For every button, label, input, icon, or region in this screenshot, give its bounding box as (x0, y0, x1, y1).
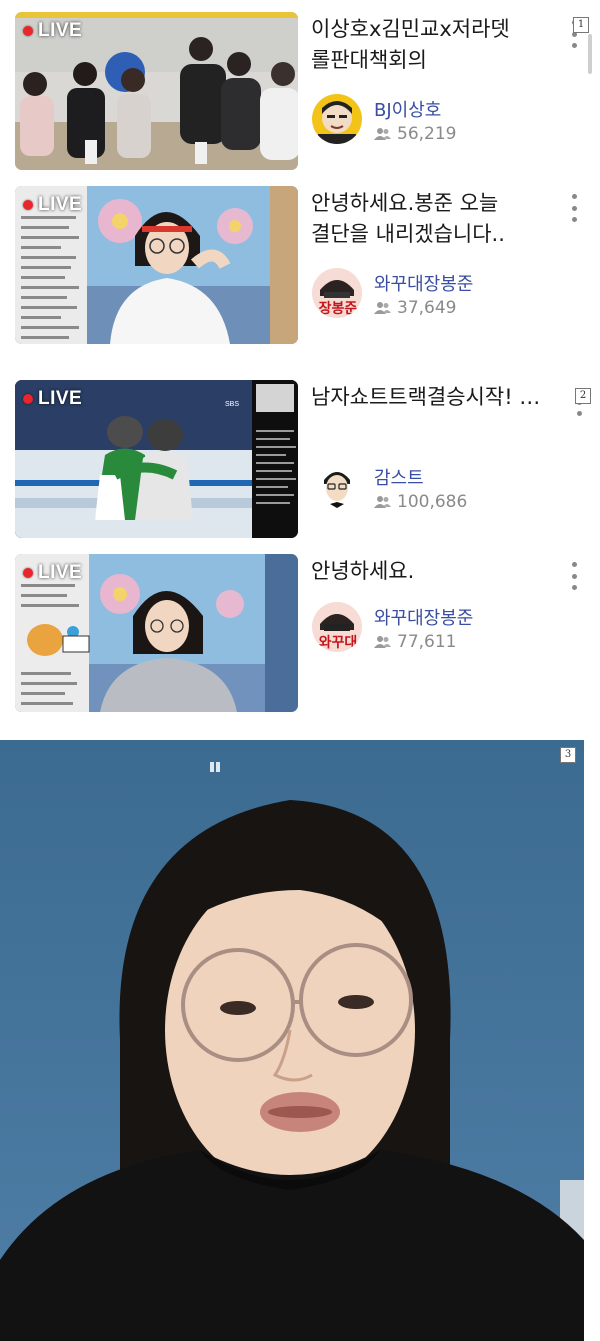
stream-title[interactable]: 이상호x김민교x저라뎃 롤판대책회의 (311, 14, 551, 76)
people-icon (374, 496, 391, 508)
channel-name[interactable]: 감스트 (374, 464, 424, 490)
channel-avatar[interactable]: 장봉준 (312, 268, 362, 318)
channel-avatar[interactable] (312, 94, 362, 144)
channel-info[interactable]: BJ이상호 56,219 (312, 94, 542, 154)
avatar-caption: 와꾸대 (318, 635, 358, 651)
stream-title[interactable]: 남자쇼트트랙결승시작! 황대헌,이준서,박장혁… (311, 382, 551, 413)
stream-thumbnail-2[interactable]: LIVE (15, 186, 298, 344)
channel-info[interactable]: 감스트 100,686 (312, 462, 542, 522)
people-icon (374, 636, 391, 648)
stream-card-3[interactable]: LIVE SBS 남자쇼트트랙결승시작! 황대헌,이준서,박장혁… 감스트 10 (0, 380, 600, 540)
stream-card-4[interactable]: LIVE 안녕하세요. 와꾸대 와꾸대장봉준 77,611 (0, 554, 600, 714)
avatar-image (312, 462, 362, 512)
viewer-count: 37,649 (374, 298, 456, 318)
live-badge: LIVE (23, 20, 82, 42)
stream-card-1[interactable]: LIVE 이상호x김민교x저라뎃 롤판대책회의 BJ이상호 56,219 1 (0, 12, 600, 172)
channel-info[interactable]: 와꾸대 와꾸대장봉준 77,611 (312, 602, 542, 662)
viewer-count-value: 56,219 (397, 124, 457, 144)
live-dot-icon (23, 394, 33, 404)
stream-card-2[interactable]: LIVE 안녕하세요.봉준 오늘 결단을 내리겠습니다.. 장봉준 와꾸대장봉준… (0, 186, 600, 346)
stream-title[interactable]: 안녕하세요. (311, 556, 551, 587)
stream-title[interactable]: 안녕하세요.봉준 오늘 결단을 내리겠습니다.. (311, 188, 551, 250)
stream-thumbnail-4[interactable]: LIVE (15, 554, 298, 712)
people-icon (374, 302, 391, 314)
channel-avatar[interactable]: 와꾸대 (312, 602, 362, 652)
more-options-button[interactable] (566, 194, 582, 222)
viewer-count-value: 37,649 (397, 298, 457, 318)
live-badge: LIVE (23, 562, 82, 584)
avatar-caption: 장봉준 (318, 301, 358, 317)
scrollbar[interactable] (588, 34, 594, 74)
video-frame[interactable]: 3 (0, 740, 584, 1341)
channel-info[interactable]: 장봉준 와꾸대장봉준 37,649 (312, 268, 542, 328)
channel-name[interactable]: BJ이상호 (374, 96, 441, 122)
live-dot-icon (23, 26, 33, 36)
viewer-count: 56,219 (374, 124, 456, 144)
live-dot-icon (23, 568, 33, 578)
stream-thumbnail-1[interactable]: LIVE (15, 12, 298, 170)
live-label: LIVE (38, 194, 83, 215)
viewer-count-value: 100,686 (397, 492, 468, 512)
stream-thumbnail-3[interactable]: LIVE SBS (15, 380, 298, 538)
kebab-menu-icon (571, 562, 577, 567)
viewer-count: 100,686 (374, 492, 467, 512)
viewer-count-value: 77,611 (397, 632, 457, 652)
live-label: LIVE (38, 388, 83, 409)
viewer-count: 77,611 (374, 632, 456, 652)
channel-name[interactable]: 와꾸대장봉준 (374, 270, 473, 296)
channel-name[interactable]: 와꾸대장봉준 (374, 604, 473, 630)
annotation-marker: 2 (575, 388, 591, 404)
live-label: LIVE (38, 562, 83, 583)
live-dot-icon (23, 200, 33, 210)
avatar-image (312, 94, 362, 144)
annotation-marker: 1 (573, 17, 589, 33)
broadcaster-badge: SBS (225, 401, 240, 408)
live-badge: LIVE (23, 388, 82, 410)
video-frame-image (0, 740, 584, 1341)
channel-avatar[interactable] (312, 462, 362, 512)
live-badge: LIVE (23, 194, 82, 216)
annotation-marker: 3 (560, 747, 576, 763)
kebab-menu-icon (571, 194, 577, 199)
live-label: LIVE (38, 20, 83, 41)
more-options-button[interactable] (566, 562, 582, 590)
people-icon (374, 128, 391, 140)
